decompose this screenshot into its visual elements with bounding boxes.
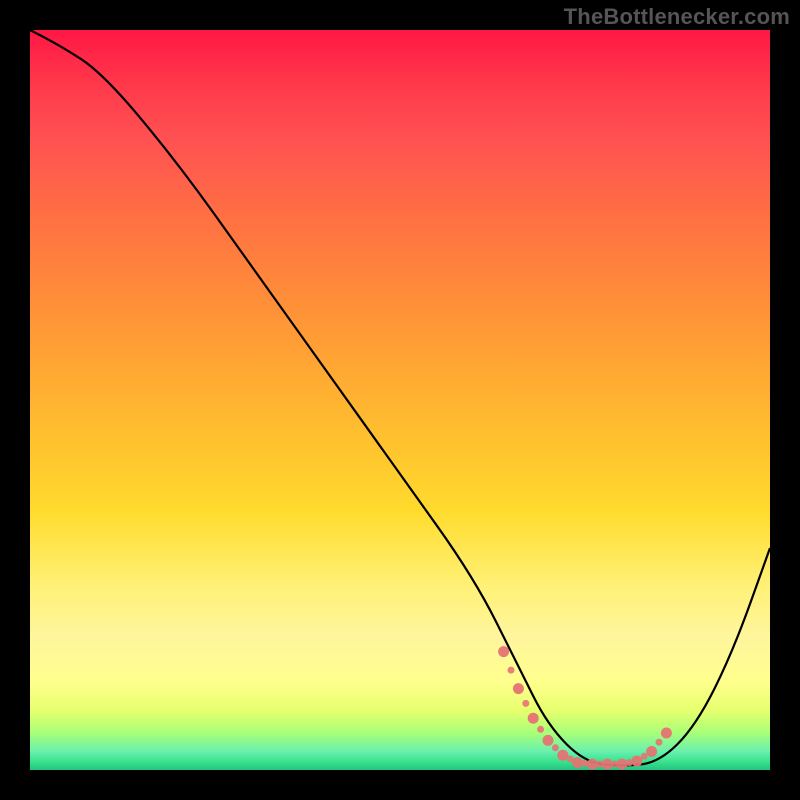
plot-area: [30, 30, 770, 770]
highlight-dot: [661, 728, 672, 739]
highlight-dot: [557, 750, 568, 761]
highlight-dot: [537, 726, 544, 733]
highlight-dot: [522, 700, 529, 707]
highlight-dots: [498, 646, 672, 769]
highlight-dot: [617, 759, 628, 770]
highlight-dot: [602, 759, 613, 770]
highlight-dot: [646, 746, 657, 757]
highlight-dot: [587, 759, 598, 770]
chart-svg: [30, 30, 770, 770]
main-curve: [30, 30, 770, 765]
highlight-dot: [656, 739, 663, 746]
highlight-dot: [528, 713, 539, 724]
chart-frame: TheBottlenecker.com: [0, 0, 800, 800]
highlight-dot: [498, 646, 509, 657]
highlight-dot: [631, 756, 642, 767]
highlight-dot: [572, 757, 583, 768]
highlight-dot: [552, 744, 559, 751]
watermark-label: TheBottlenecker.com: [564, 4, 790, 30]
highlight-dot: [543, 735, 554, 746]
highlight-dot: [513, 683, 524, 694]
highlight-dot: [508, 667, 515, 674]
